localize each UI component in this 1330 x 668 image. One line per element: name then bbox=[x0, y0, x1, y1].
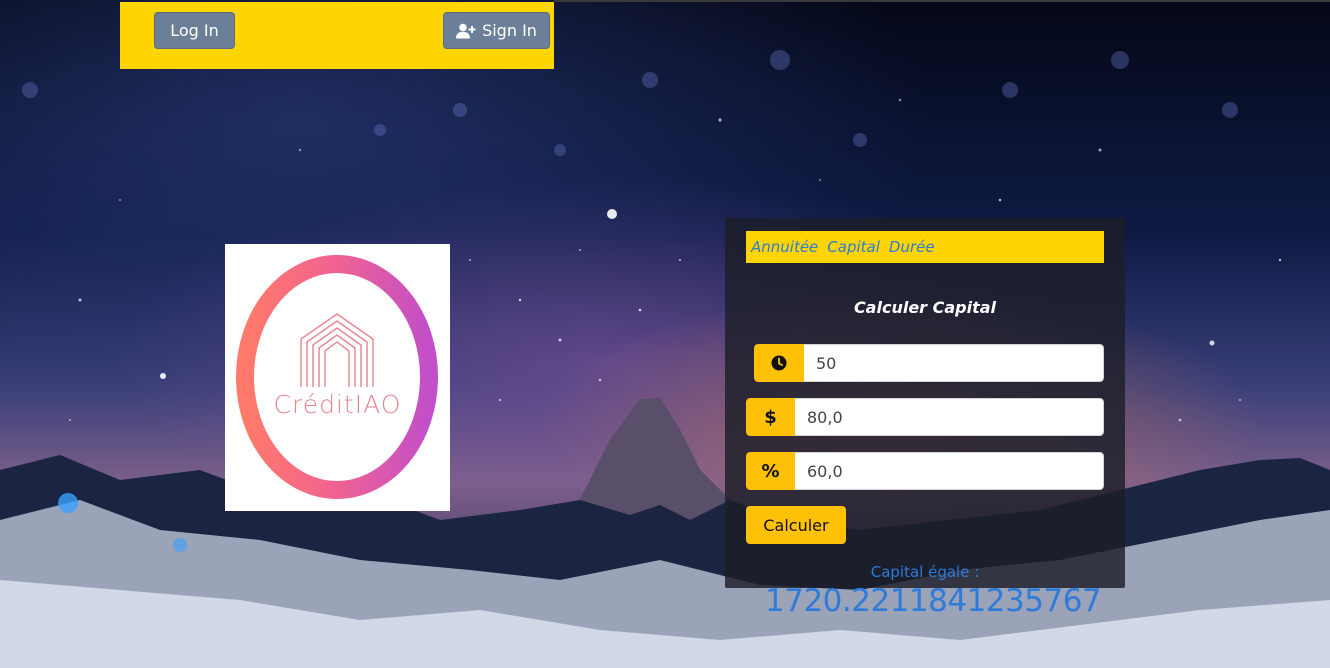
duration-field: 50 bbox=[754, 344, 1104, 382]
calculator-panel: Annuitée Capital Durée Calculer Capital … bbox=[725, 218, 1125, 588]
login-button-label: Log In bbox=[170, 21, 219, 40]
calculate-button[interactable]: Calculer bbox=[746, 506, 846, 544]
tab-capital[interactable]: Capital bbox=[827, 238, 880, 256]
top-border-line bbox=[554, 0, 1330, 2]
annuity-field: $ 80,0 bbox=[746, 398, 1104, 436]
dollar-icon: $ bbox=[746, 398, 795, 436]
clock-icon bbox=[771, 355, 787, 371]
background-scene bbox=[0, 0, 1330, 668]
percent-icon: % bbox=[746, 452, 795, 490]
tab-duree[interactable]: Durée bbox=[889, 238, 935, 256]
result-label: Capital égale : bbox=[870, 563, 980, 581]
top-navbar: Log In Sign In bbox=[120, 2, 554, 69]
tab-annuitee[interactable]: Annuitée bbox=[751, 238, 818, 256]
user-plus-icon bbox=[456, 23, 476, 38]
rate-input[interactable]: 60,0 bbox=[795, 452, 1104, 490]
rate-field: % 60,0 bbox=[746, 452, 1104, 490]
login-button[interactable]: Log In bbox=[154, 12, 235, 49]
brand-logo: CréditIAO bbox=[225, 244, 450, 511]
duration-addon bbox=[754, 344, 804, 382]
signin-button[interactable]: Sign In bbox=[443, 12, 550, 49]
duration-input[interactable]: 50 bbox=[804, 344, 1104, 382]
signin-button-label: Sign In bbox=[482, 21, 537, 40]
annuity-input[interactable]: 80,0 bbox=[795, 398, 1104, 436]
calculator-title: Calculer Capital bbox=[853, 298, 997, 317]
mountain-range bbox=[0, 398, 1330, 668]
house-arches-logo-icon bbox=[236, 255, 438, 499]
result-value: 1720.2211841235767 bbox=[765, 583, 1102, 619]
logo-text: CréditIAO bbox=[273, 390, 402, 419]
calculator-tabs: Annuitée Capital Durée bbox=[746, 231, 1104, 263]
